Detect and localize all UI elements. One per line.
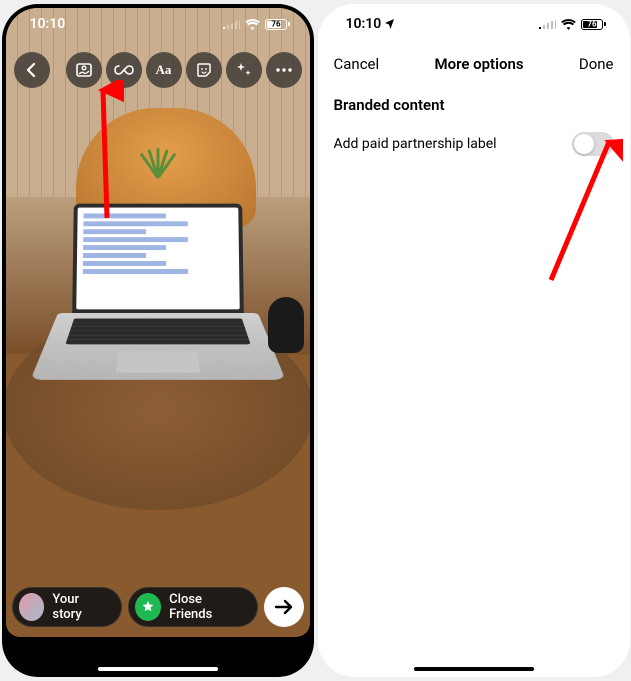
effects-button[interactable] — [226, 52, 262, 88]
text-aa-icon: Aa — [156, 62, 172, 78]
location-icon — [385, 19, 395, 29]
battery-icon: 76 — [265, 19, 290, 30]
toggle-knob — [574, 134, 594, 154]
text-button[interactable]: Aa — [146, 52, 182, 88]
photo-laptop-base — [30, 313, 285, 380]
back-button[interactable] — [14, 52, 50, 88]
photo-speaker — [268, 297, 304, 353]
section-title: Branded content — [334, 96, 614, 114]
status-time: 10:10 — [30, 16, 66, 32]
more-dots-icon — [275, 68, 293, 72]
gallery-button[interactable] — [66, 52, 102, 88]
your-story-button[interactable]: Your story — [12, 587, 123, 627]
gallery-icon — [75, 61, 93, 79]
page-title: More options — [434, 55, 523, 73]
star-icon — [135, 593, 161, 621]
story-editor-screen: 10:10 76 — [2, 4, 314, 677]
photo-laptop-screen — [72, 204, 244, 314]
battery-icon: 76 — [581, 19, 606, 30]
home-indicator — [414, 667, 534, 671]
story-share-bar: Your story Close Friends — [12, 587, 304, 627]
paid-partnership-label: Add paid partnership label — [334, 136, 497, 152]
avatar — [19, 593, 45, 621]
close-friends-button[interactable]: Close Friends — [128, 587, 257, 627]
status-time: 10:10 — [346, 16, 382, 32]
your-story-label: Your story — [52, 592, 107, 622]
cancel-button[interactable]: Cancel — [334, 55, 380, 73]
branded-content-section: Branded content Add paid partnership lab… — [318, 84, 630, 160]
done-button[interactable]: Done — [579, 55, 614, 73]
story-preview-area — [6, 8, 310, 637]
sticker-button[interactable] — [186, 52, 222, 88]
chevron-left-icon — [24, 62, 40, 78]
arrow-right-icon — [274, 599, 294, 615]
status-bar: 10:10 76 — [2, 4, 314, 44]
close-friends-label: Close Friends — [169, 592, 242, 622]
home-indicator — [98, 667, 218, 671]
more-options-screen: 10:10 76 Cancel More options Done Brande… — [318, 4, 630, 677]
cellular-signal-icon — [223, 19, 240, 29]
wifi-icon — [245, 19, 260, 30]
boomerang-button[interactable] — [106, 52, 142, 88]
send-button[interactable] — [264, 587, 304, 627]
story-top-toolbar: Aa — [14, 52, 302, 88]
infinity-icon — [114, 64, 134, 76]
paid-partnership-toggle[interactable] — [572, 132, 614, 156]
nav-bar: Cancel More options Done — [318, 44, 630, 84]
photo-background-plant — [128, 148, 188, 208]
status-bar: 10:10 76 — [318, 4, 630, 44]
sparkle-icon — [235, 61, 253, 79]
paid-partnership-row: Add paid partnership label — [334, 128, 614, 160]
sticker-icon — [195, 61, 213, 79]
more-button[interactable] — [266, 52, 302, 88]
cellular-signal-icon — [539, 19, 556, 29]
wifi-icon — [561, 19, 576, 30]
